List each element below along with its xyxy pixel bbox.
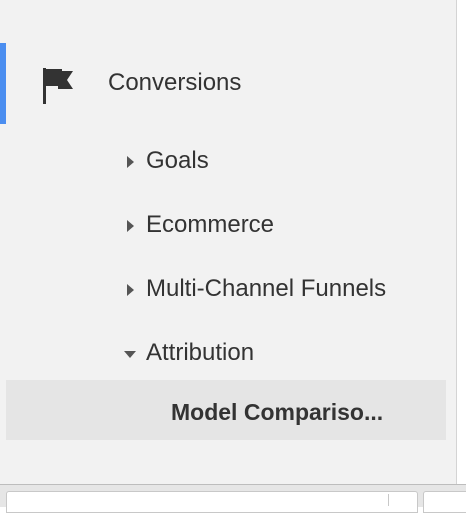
bottom-input-field[interactable] <box>6 491 418 513</box>
sidebar-item-label: Multi-Channel Funnels <box>146 275 387 302</box>
sidebar-item-attribution[interactable]: Attribution <box>122 334 442 374</box>
caret-right-icon <box>127 284 134 296</box>
bottom-input-field-secondary[interactable] <box>423 491 466 513</box>
sidebar-item-ecommerce[interactable]: Ecommerce <box>122 206 442 246</box>
caret-down-icon <box>124 351 136 358</box>
sidebar-item-label: Attribution <box>146 339 255 366</box>
section-title[interactable]: Conversions <box>108 68 241 98</box>
sidebar-item-label: Goals <box>146 147 209 174</box>
sidebar-subitem-model-comparison[interactable]: Model Compariso... <box>6 380 446 440</box>
sidebar-item-multi-channel-funnels[interactable]: Multi-Channel Funnels <box>122 270 442 310</box>
sidebar-item-label: Ecommerce <box>146 211 275 238</box>
bottom-field-divider <box>388 494 389 506</box>
caret-right-icon <box>127 156 134 168</box>
caret-right-icon <box>127 220 134 232</box>
sidebar: Conversions Goals Ecommerce Multi-Channe… <box>0 0 457 484</box>
sidebar-subitem-label: Model Compariso... <box>171 399 384 425</box>
sidebar-item-goals[interactable]: Goals <box>122 142 442 182</box>
flag-icon <box>43 68 73 104</box>
